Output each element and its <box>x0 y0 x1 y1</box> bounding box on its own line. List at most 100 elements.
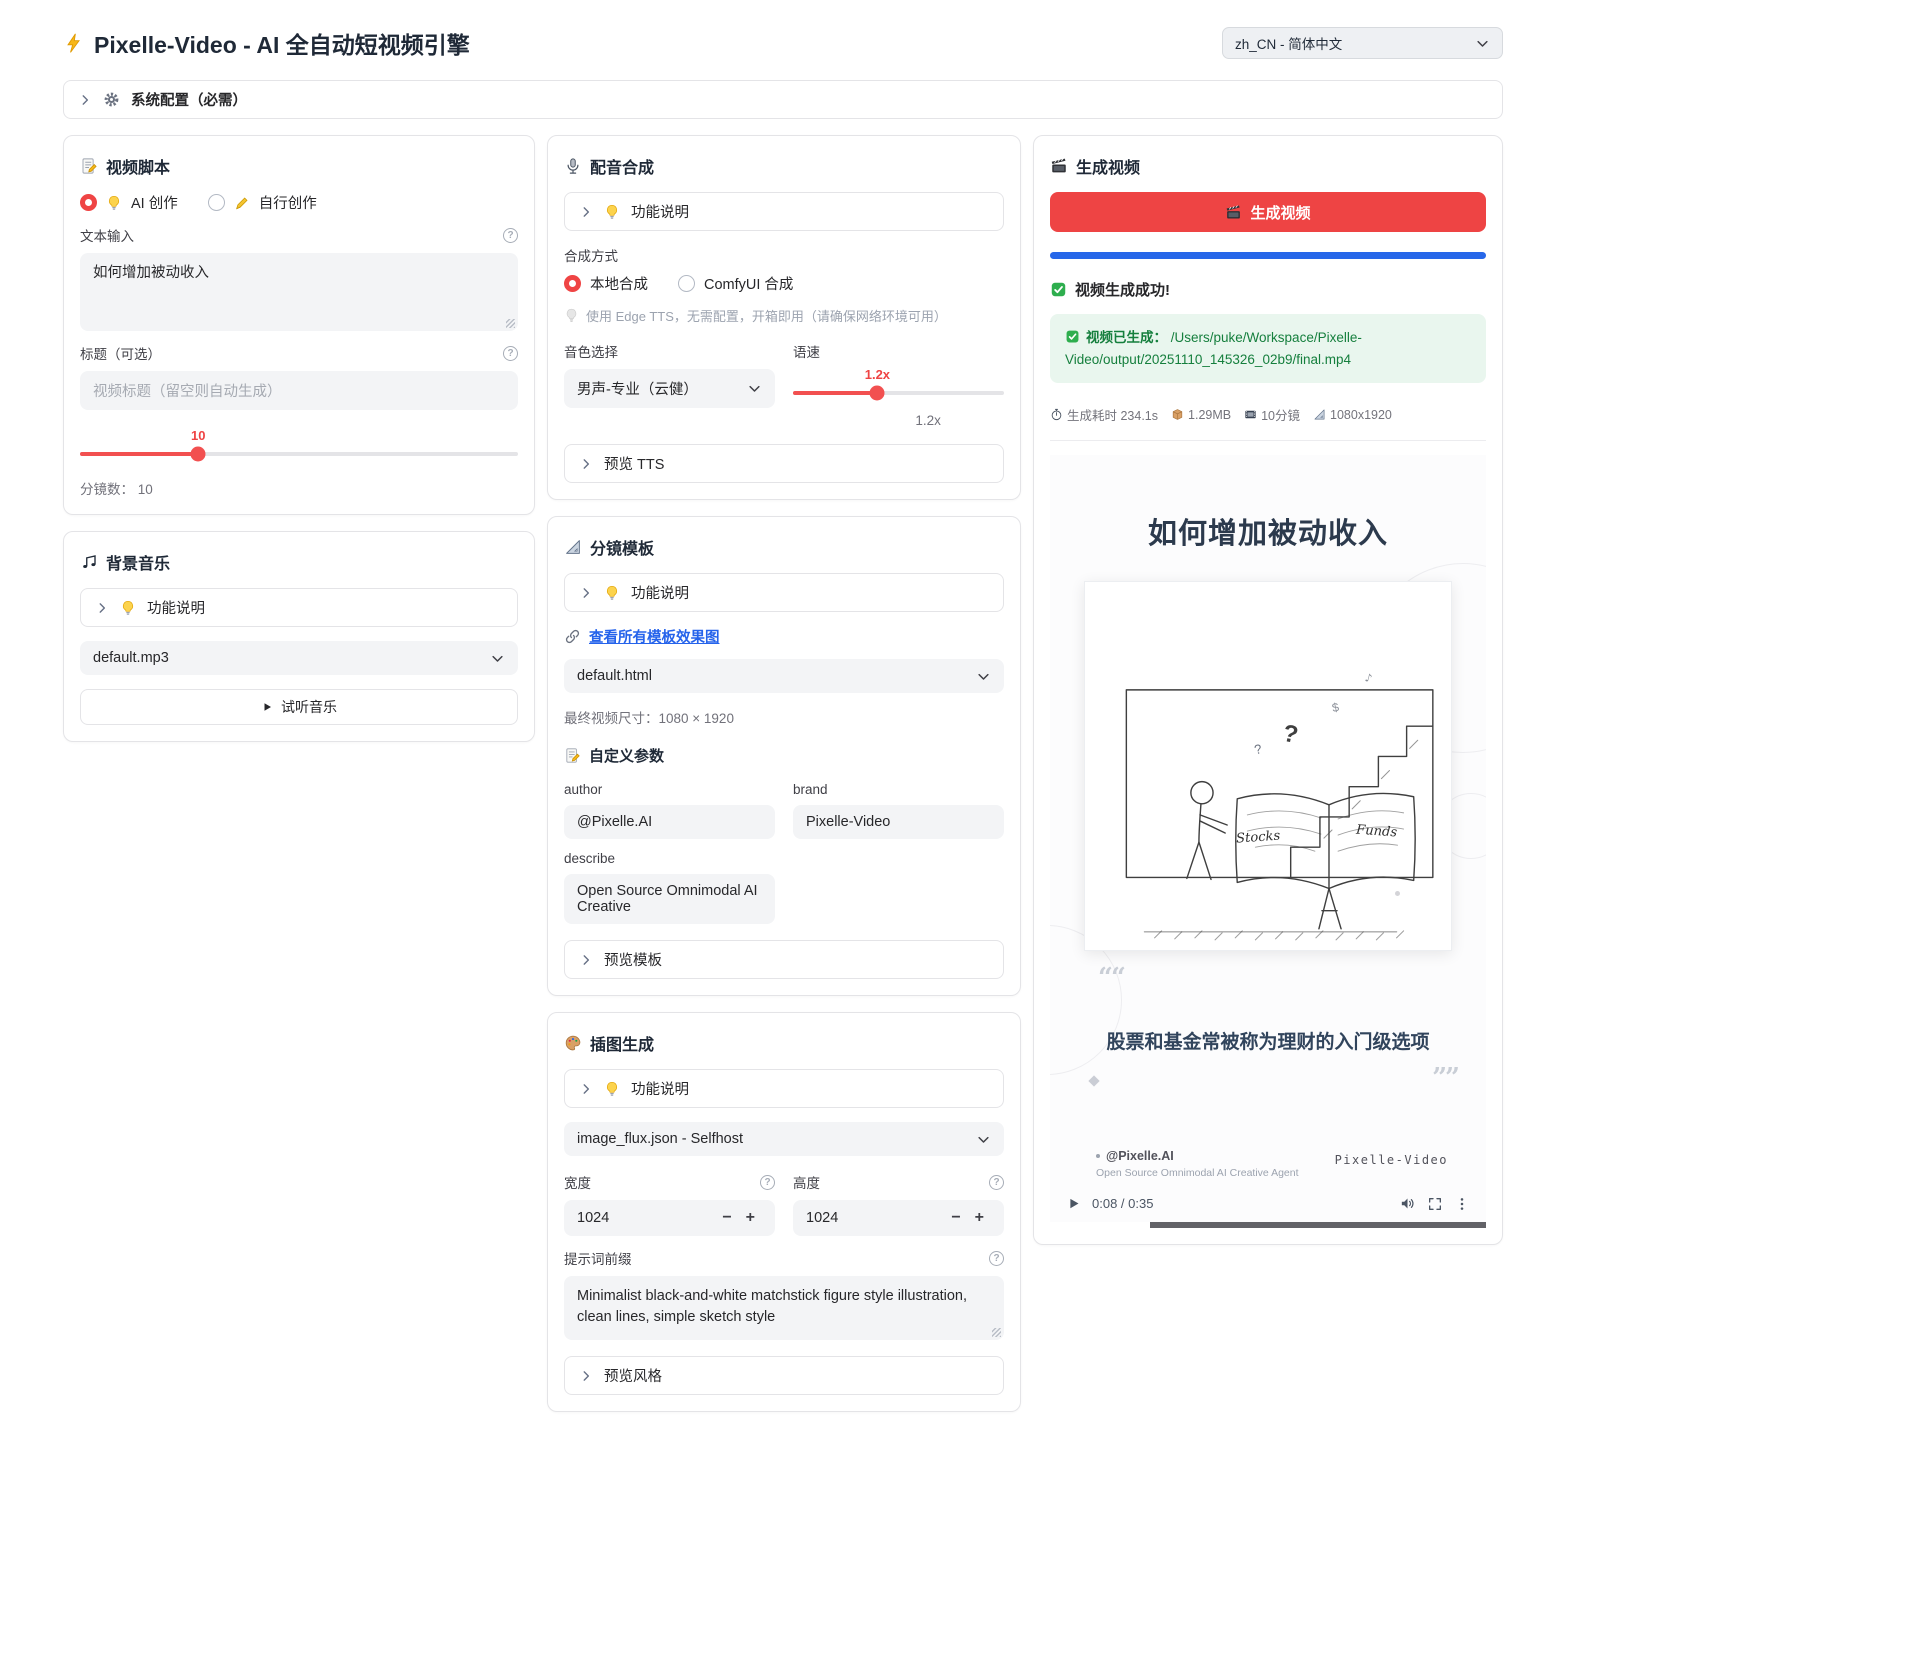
workflow-dropdown[interactable]: image_flux.json - Selfhost <box>564 1122 1004 1156</box>
template-gallery-link[interactable]: 查看所有模板效果图 <box>589 626 720 647</box>
system-config-accordion[interactable]: 系统配置（必需） <box>63 80 1503 119</box>
stat-resolution: 1080x1920 <box>1330 408 1392 422</box>
illustration-panel: 插图生成 功能说明 image_flux.json - Selfhost 宽度 … <box>547 1012 1021 1412</box>
voice-dropdown[interactable]: 男声-专业（云健） <box>564 369 775 408</box>
music-panel-title: 背景音乐 <box>106 550 170 574</box>
chevron-down-icon <box>747 381 762 396</box>
fullscreen-icon[interactable] <box>1427 1196 1443 1212</box>
author-value: @Pixelle.AI <box>577 814 652 830</box>
chevron-right-icon <box>78 93 92 107</box>
text-input[interactable]: 如何增加被动收入 <box>80 253 518 331</box>
tts-preview-accordion[interactable]: 预览 TTS <box>564 444 1004 483</box>
generate-video-button-label: 生成视频 <box>1250 202 1310 223</box>
question-icon[interactable]: ? <box>760 1175 775 1190</box>
prompt-prefix-label: 提示词前缀 <box>564 1248 632 1268</box>
text-input-value: 如何增加被动收入 <box>93 265 209 281</box>
bulb-icon <box>564 308 579 323</box>
video-seek-bar[interactable] <box>1050 1222 1486 1228</box>
video-author: @Pixelle.AI <box>1106 1149 1174 1163</box>
tts-help-accordion[interactable]: 功能说明 <box>564 192 1004 231</box>
language-select[interactable]: zh_CN - 简体中文 <box>1222 27 1503 59</box>
video-title-input[interactable]: 视频标题（留空则自动生成） <box>80 371 518 410</box>
radio-ai-create-circle[interactable] <box>80 194 97 211</box>
tts-panel-title: 配音合成 <box>590 154 654 178</box>
brand-input[interactable]: Pixelle-Video <box>793 805 1004 839</box>
video-time: 0:08 / 0:35 <box>1092 1196 1153 1211</box>
template-help-accordion[interactable]: 功能说明 <box>564 573 1004 612</box>
prompt-prefix-input[interactable]: Minimalist black-and-white matchstick fi… <box>564 1276 1004 1340</box>
template-preview-accordion[interactable]: 预览模板 <box>564 940 1004 979</box>
generate-video-button[interactable]: 生成视频 <box>1050 192 1486 232</box>
generation-stats: 生成耗时 234.1s 1.29MB 10分镜 1080x1920 <box>1050 405 1486 424</box>
storyboard-slider-handle[interactable] <box>191 447 206 462</box>
radio-ai-create[interactable]: AI 创作 <box>80 192 178 213</box>
author-label: author <box>564 782 602 797</box>
question-icon[interactable]: ? <box>503 228 518 243</box>
tts-panel: 配音合成 功能说明 合成方式 本地合成 C <box>547 135 1021 500</box>
speed-slider[interactable]: 1.2x <box>793 391 1004 395</box>
question-icon[interactable]: ? <box>989 1251 1004 1266</box>
storyboard-slider-value: 10 <box>191 428 205 443</box>
width-minus-button[interactable]: − <box>715 1209 738 1227</box>
illustration-help-accordion[interactable]: 功能说明 <box>564 1069 1004 1108</box>
bulb-icon <box>106 195 122 211</box>
chevron-right-icon <box>95 601 109 615</box>
template-file-value: default.html <box>577 668 976 684</box>
language-value: zh_CN - 简体中文 <box>1235 33 1475 53</box>
height-value: 1024 <box>806 1210 944 1226</box>
describe-value: Open Source Omnimodal AI Creative <box>577 883 758 915</box>
height-stepper[interactable]: 1024 − + <box>793 1200 1004 1236</box>
prompt-prefix-value: Minimalist black-and-white matchstick fi… <box>577 1288 967 1325</box>
lightning-icon <box>63 32 85 54</box>
height-plus-button[interactable]: + <box>968 1209 991 1227</box>
resize-grip-icon[interactable] <box>506 319 515 328</box>
clapper-icon <box>1050 157 1068 175</box>
page-title-text: Pixelle-Video - AI 全自动短视频引擎 <box>94 26 470 60</box>
author-input[interactable]: @Pixelle.AI <box>564 805 775 839</box>
final-size-note: 最终视频尺寸：1080 × 1920 <box>564 707 1004 727</box>
video-controls: 0:08 / 0:35 <box>1066 1195 1470 1212</box>
music-file-dropdown[interactable]: default.mp3 <box>80 641 518 675</box>
kebab-menu-icon[interactable] <box>1454 1196 1470 1212</box>
height-minus-button[interactable]: − <box>944 1209 967 1227</box>
radio-comfyui-tts-label: ComfyUI 合成 <box>704 273 793 294</box>
chevron-right-icon <box>579 457 593 471</box>
radio-manual-create-circle[interactable] <box>208 194 225 211</box>
check-icon <box>1065 329 1080 344</box>
radio-local-tts-circle[interactable] <box>564 275 581 292</box>
question-icon[interactable]: ? <box>503 346 518 361</box>
style-preview-accordion[interactable]: 预览风格 <box>564 1356 1004 1395</box>
radio-comfyui-tts[interactable]: ComfyUI 合成 <box>678 273 793 294</box>
question-icon[interactable]: ? <box>989 1175 1004 1190</box>
speed-current-value: 1.2x <box>915 413 1004 428</box>
music-panel: 背景音乐 功能说明 default.mp3 试听音乐 <box>63 531 535 742</box>
chevron-right-icon <box>579 953 593 967</box>
resize-grip-icon[interactable] <box>992 1328 1001 1337</box>
video-player[interactable]: 如何增加被动收入 <box>1050 455 1486 1228</box>
timer-icon <box>1050 408 1063 421</box>
radio-local-tts-label: 本地合成 <box>590 273 648 294</box>
speed-slider-handle[interactable] <box>870 386 885 401</box>
volume-icon[interactable] <box>1399 1195 1416 1212</box>
template-panel-title: 分镜模板 <box>590 535 654 559</box>
chevron-right-icon <box>579 205 593 219</box>
radio-comfyui-tts-circle[interactable] <box>678 275 695 292</box>
final-size-value: 1080 × 1920 <box>659 711 734 726</box>
radio-manual-create[interactable]: 自行创作 <box>208 192 317 213</box>
width-plus-button[interactable]: + <box>739 1209 762 1227</box>
width-stepper[interactable]: 1024 − + <box>564 1200 775 1236</box>
system-config-label: 系统配置（必需） <box>131 89 247 110</box>
script-mode-radios: AI 创作 自行创作 <box>80 192 518 213</box>
chevron-right-icon <box>579 586 593 600</box>
chevron-down-icon <box>490 651 505 666</box>
play-icon[interactable] <box>1066 1196 1081 1211</box>
play-music-button[interactable]: 试听音乐 <box>80 689 518 725</box>
music-help-label: 功能说明 <box>147 597 205 618</box>
generate-panel: 生成视频 生成视频 视频生成成功! 视频已生成： /Users/puke/Wor… <box>1033 135 1503 1245</box>
radio-local-tts[interactable]: 本地合成 <box>564 273 648 294</box>
storyboard-slider[interactable]: 10 <box>80 452 518 456</box>
music-note-icon <box>80 553 98 571</box>
describe-input[interactable]: Open Source Omnimodal AI Creative <box>564 874 775 924</box>
template-file-dropdown[interactable]: default.html <box>564 659 1004 693</box>
music-help-accordion[interactable]: 功能说明 <box>80 588 518 627</box>
